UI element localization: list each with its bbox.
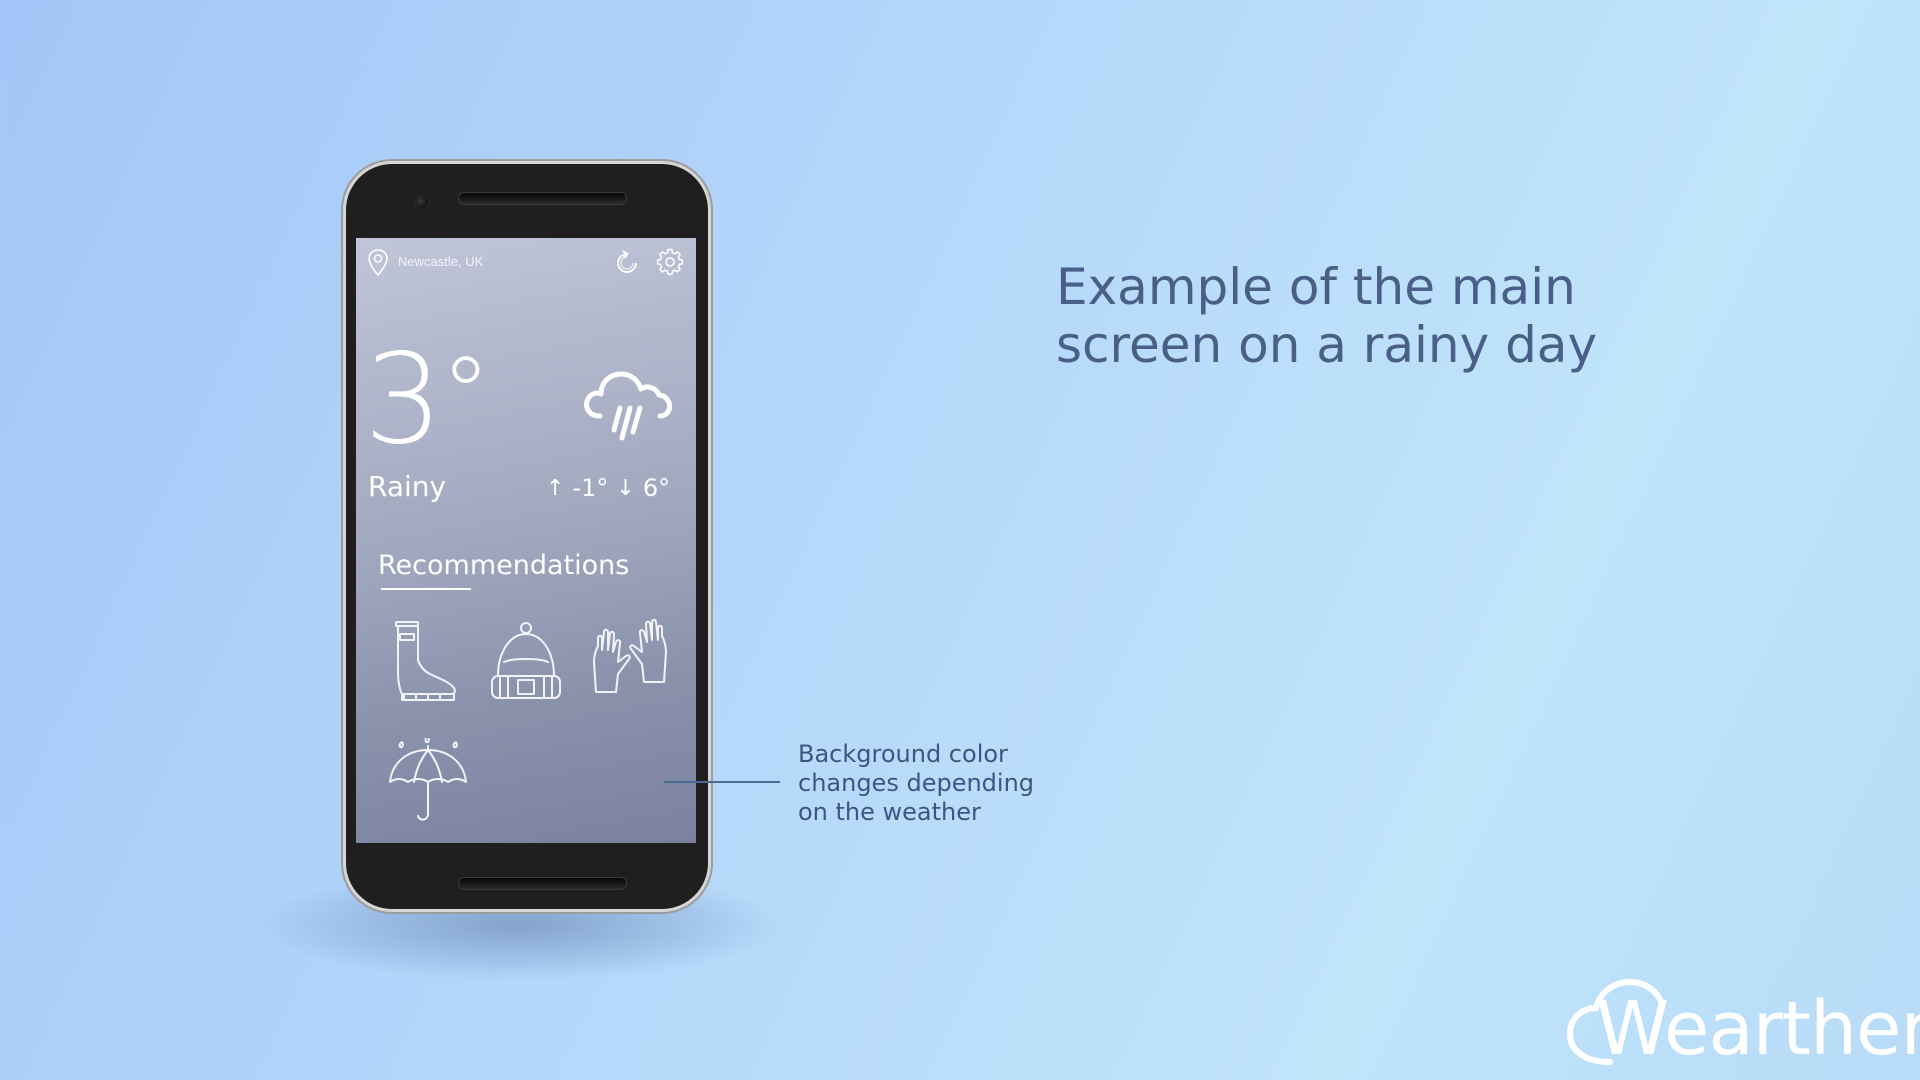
phone-bottom-speaker — [458, 877, 627, 890]
arrow-down-icon: ↓ — [616, 475, 635, 501]
brand-name: Wearther — [1596, 986, 1920, 1072]
headline-line-1: Example of the main — [1056, 258, 1576, 316]
location-pin-icon[interactable] — [366, 248, 390, 278]
temperature-range: ↑ -1° ↓ 6° — [546, 474, 670, 502]
current-temperature: 3° — [364, 335, 491, 462]
annotation-pointer-line — [664, 781, 780, 783]
recommendations-title: Recommendations — [378, 550, 630, 581]
annotation-line-3: on the weather — [798, 798, 981, 826]
gloves-icon[interactable] — [588, 616, 672, 706]
refresh-icon[interactable] — [612, 248, 642, 278]
temperature-value: 3 — [364, 328, 443, 472]
weather-condition: Rainy — [368, 470, 447, 503]
arrow-up-icon: ↑ — [546, 475, 565, 501]
annotation-text: Background color changes depending on th… — [798, 740, 1034, 827]
phone-camera — [414, 195, 429, 210]
gear-icon[interactable] — [656, 248, 684, 276]
umbrella-icon[interactable] — [386, 738, 470, 828]
max-temperature: 6° — [642, 474, 671, 502]
headline: Example of the main screen on a rainy da… — [1056, 258, 1597, 374]
annotation-line-1: Background color — [798, 740, 1008, 768]
degree-symbol: ° — [440, 335, 491, 452]
annotation-line-2: changes depending — [798, 769, 1035, 797]
rain-cloud-icon — [584, 371, 673, 441]
rain-boots-icon[interactable] — [386, 616, 470, 706]
phone-screen: Newcastle, UK 3° Rainy ↑ -1° ↓ 6° Recomm… — [356, 238, 696, 843]
location-label[interactable]: Newcastle, UK — [398, 254, 483, 269]
phone-top-speaker — [458, 192, 627, 205]
recommendations-underline — [381, 588, 471, 590]
headline-line-2: screen on a rainy day — [1056, 316, 1598, 374]
min-temperature: -1° — [572, 474, 609, 502]
beanie-hat-icon[interactable] — [484, 618, 568, 708]
